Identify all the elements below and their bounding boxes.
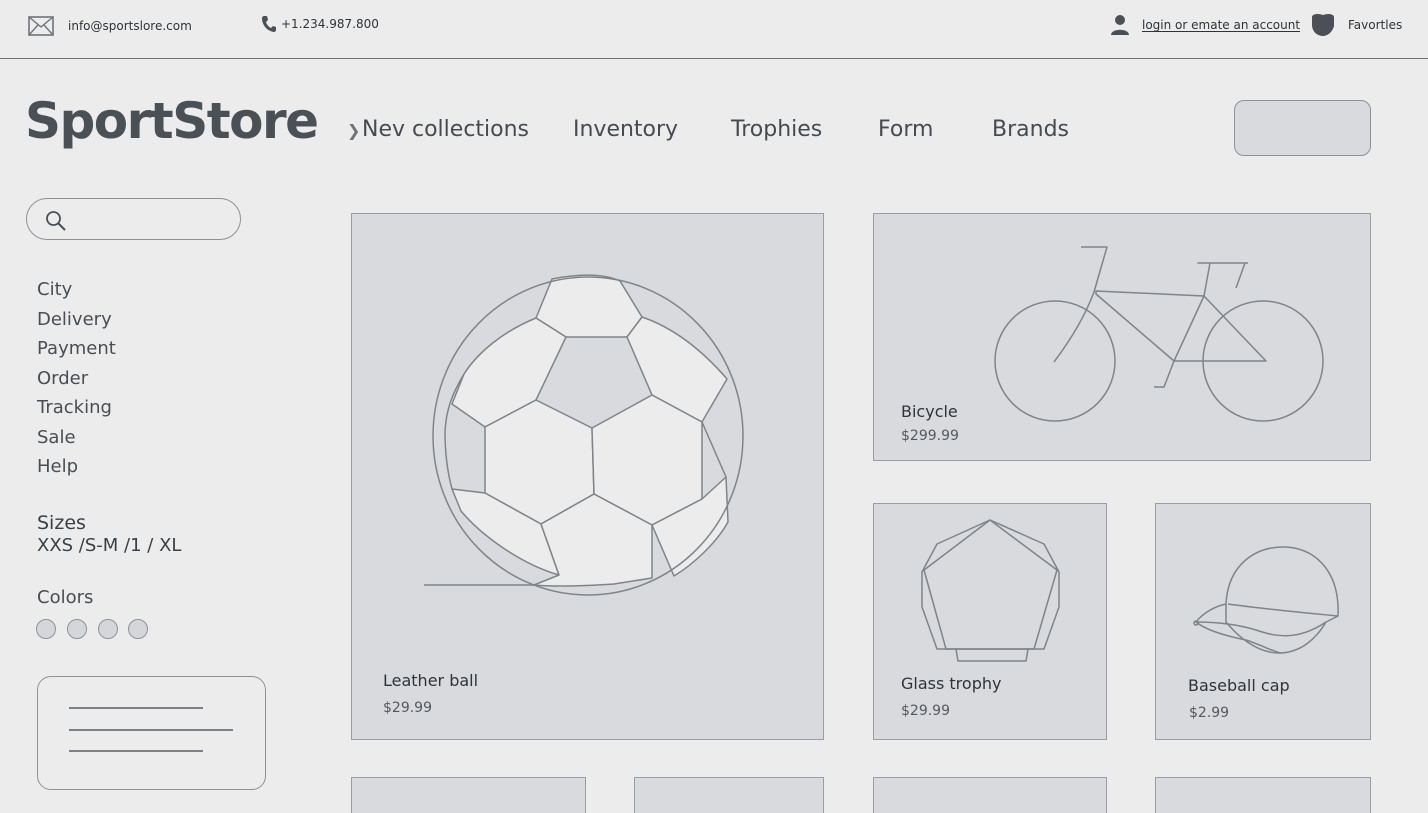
nav-new-collections[interactable]: Nev collections bbox=[362, 117, 529, 147]
phone-contact[interactable]: +1.234.987.800 bbox=[261, 15, 379, 33]
product-card-glass-trophy[interactable]: Glass trophy $29.99 bbox=[873, 503, 1107, 740]
logo[interactable]: SportStore bbox=[25, 92, 319, 150]
login-link[interactable]: login or emate an account bbox=[1142, 18, 1300, 32]
color-swatch[interactable] bbox=[36, 619, 56, 639]
sidebar-item-sale[interactable]: Sale bbox=[37, 423, 116, 453]
placeholder-line bbox=[69, 750, 203, 752]
product-card-baseball-cap[interactable]: Baseball cap $2.99 bbox=[1155, 503, 1371, 740]
sizes-options[interactable]: XXS /S-M /1 / XL bbox=[37, 535, 181, 556]
email-text: info@sportslore.com bbox=[68, 19, 192, 33]
sidebar-promo-card[interactable] bbox=[37, 676, 266, 790]
product-card[interactable] bbox=[1155, 777, 1371, 813]
phone-text: +1.234.987.800 bbox=[281, 17, 379, 31]
nav-inventory[interactable]: Inventory bbox=[573, 117, 678, 147]
soccer-ball-icon bbox=[424, 274, 744, 596]
search-icon bbox=[46, 211, 66, 231]
color-swatch[interactable] bbox=[98, 619, 118, 639]
sidebar-item-payment[interactable]: Payment bbox=[37, 334, 116, 364]
nav-trophies[interactable]: Trophies bbox=[731, 117, 822, 147]
top-bar: info@sportslore.com +1.234.987.800 login… bbox=[0, 0, 1428, 59]
heart-icon bbox=[1312, 13, 1334, 37]
color-swatch[interactable] bbox=[67, 619, 87, 639]
sidebar-item-city[interactable]: City bbox=[37, 275, 116, 305]
product-card[interactable] bbox=[873, 777, 1107, 813]
mail-icon bbox=[28, 16, 54, 36]
product-price: $29.99 bbox=[383, 700, 432, 716]
nav-form[interactable]: Form bbox=[878, 117, 933, 147]
favorites-text: Favortles bbox=[1348, 18, 1403, 32]
sidebar-item-tracking[interactable]: Tracking bbox=[37, 393, 116, 423]
product-name: Leather ball bbox=[383, 671, 479, 690]
product-price: $299.99 bbox=[901, 428, 959, 444]
product-card-bicycle[interactable]: Bicycle $299.99 bbox=[873, 213, 1371, 461]
product-name: Baseball cap bbox=[1188, 676, 1290, 695]
email-contact[interactable]: info@sportslore.com bbox=[28, 15, 192, 37]
sizes-heading: Sizes bbox=[37, 512, 86, 534]
product-card[interactable] bbox=[351, 777, 586, 813]
placeholder-line bbox=[69, 707, 203, 709]
sidebar-menu: City Delivery Payment Order Tracking Sal… bbox=[37, 275, 116, 482]
search-input[interactable] bbox=[26, 198, 241, 240]
placeholder-line bbox=[69, 729, 233, 731]
product-price: $29.99 bbox=[901, 703, 950, 719]
phone-icon bbox=[262, 16, 276, 32]
product-price: $2.99 bbox=[1189, 705, 1230, 721]
colors-heading: Colors bbox=[37, 587, 94, 608]
user-icon bbox=[1111, 15, 1129, 35]
product-card-leather-ball[interactable]: Leather ball $29.99 bbox=[351, 213, 824, 740]
product-name: Bicycle bbox=[901, 402, 958, 421]
product-card[interactable] bbox=[634, 777, 824, 813]
product-name: Glass trophy bbox=[901, 674, 1002, 693]
sidebar-item-order[interactable]: Order bbox=[37, 364, 116, 394]
header-action-button[interactable] bbox=[1234, 100, 1371, 156]
bicycle-icon bbox=[994, 246, 1324, 422]
favorites-link[interactable]: Favortles bbox=[1310, 13, 1402, 37]
color-swatch[interactable] bbox=[128, 619, 148, 639]
chevron-right-icon: ❯ bbox=[347, 121, 361, 140]
nav-brands[interactable]: Brands bbox=[992, 117, 1069, 147]
sidebar-item-delivery[interactable]: Delivery bbox=[37, 305, 116, 335]
account-link[interactable]: login or emate an account bbox=[1110, 14, 1300, 36]
sidebar-item-help[interactable]: Help bbox=[37, 452, 116, 482]
